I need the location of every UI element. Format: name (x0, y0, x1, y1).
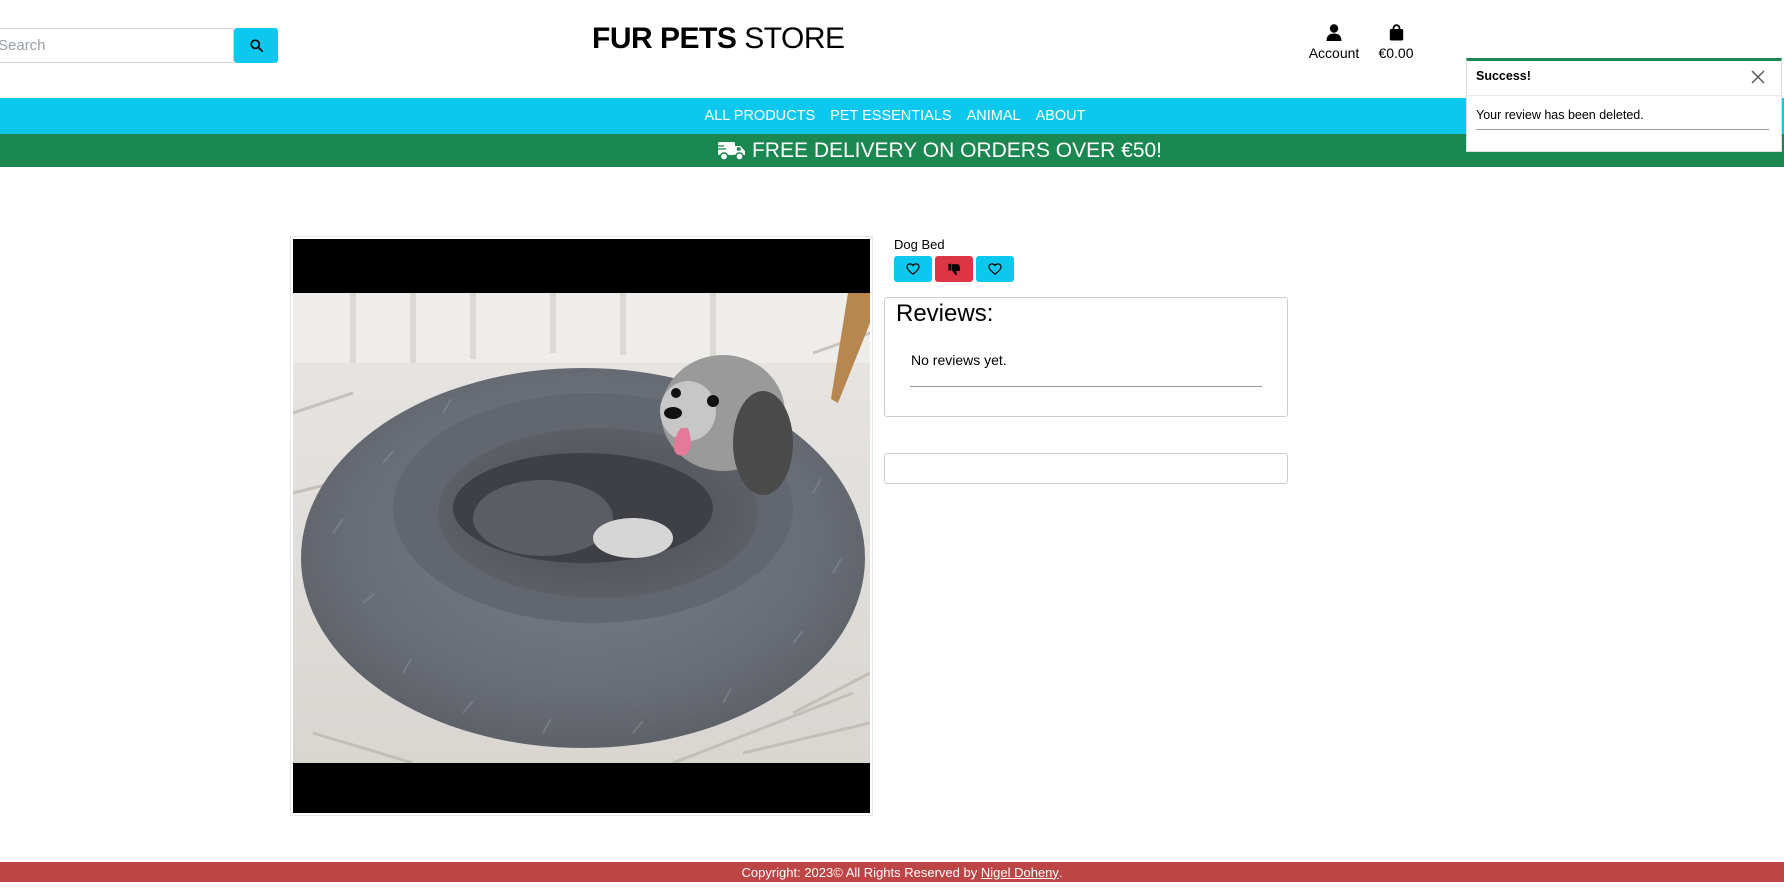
nav-item-animal[interactable]: ANIMAL (967, 108, 1021, 124)
delivery-banner-text: FREE DELIVERY ON ORDERS OVER €50! (751, 138, 1163, 162)
nav-item-pet-essentials[interactable]: PET ESSENTIALS (830, 108, 951, 124)
favorite-button[interactable] (976, 256, 1014, 282)
site-footer: Copyright: 2023© All Rights Reserved by … (0, 862, 1784, 882)
product-name: Dog Bed (894, 237, 945, 252)
no-reviews-text: No reviews yet. (911, 352, 1007, 368)
shopping-bag-icon (1389, 24, 1403, 41)
product-image-frame (290, 236, 873, 816)
user-icon (1326, 24, 1342, 41)
footer-copyright: Copyright: 2023© All Rights Reserved by (741, 864, 978, 880)
account-label: Account (1308, 45, 1360, 61)
dog-bed-photo (293, 293, 870, 763)
search-button[interactable] (234, 28, 278, 63)
heart-icon (906, 263, 920, 275)
thumbs-down-icon (947, 263, 960, 275)
bag-total: €0.00 (1378, 45, 1414, 61)
footer-author-link[interactable]: Nigel Doheny (981, 865, 1059, 880)
like-button[interactable] (894, 256, 932, 282)
close-icon[interactable] (1751, 70, 1765, 84)
footer-suffix: . (1058, 864, 1063, 880)
search-form (0, 28, 278, 63)
reviews-panel: Reviews: No reviews yet. (884, 297, 1288, 417)
truck-icon (717, 141, 745, 161)
toast-message: Your review has been deleted. (1476, 108, 1644, 122)
product-image[interactable] (293, 239, 870, 813)
success-toast: Success! Your review has been deleted. (1466, 58, 1782, 152)
heart-icon (988, 263, 1002, 275)
logo-bold: FUR PETS (592, 22, 737, 55)
toast-title: Success! (1476, 69, 1531, 83)
dislike-button[interactable] (935, 256, 973, 282)
reviews-title: Reviews: (896, 300, 994, 327)
search-icon (249, 39, 263, 52)
shopping-bag-link[interactable]: €0.00 (1376, 24, 1416, 61)
nav-item-about[interactable]: ABOUT (1036, 108, 1086, 124)
nav-item-all-products[interactable]: ALL PRODUCTS (704, 108, 815, 124)
site-logo[interactable]: FUR PETS STORE (592, 22, 845, 56)
review-form-panel (884, 453, 1288, 484)
rating-buttons (894, 256, 1014, 282)
reviews-divider (910, 386, 1262, 387)
toast-header-divider (1467, 95, 1781, 96)
toast-body-divider (1476, 129, 1769, 130)
search-input[interactable] (0, 28, 234, 63)
logo-light: STORE (744, 22, 845, 55)
account-link[interactable]: Account (1306, 24, 1362, 61)
